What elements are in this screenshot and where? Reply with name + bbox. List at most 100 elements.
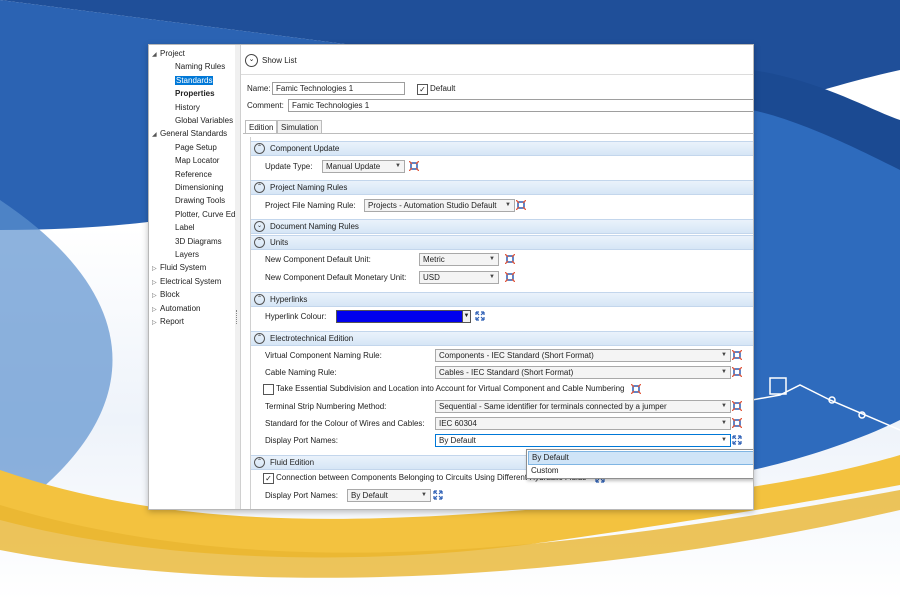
tree-item[interactable]: ◢ General Standards: [152, 128, 227, 140]
reset-icon[interactable]: [409, 161, 419, 171]
reset-icon[interactable]: [631, 384, 641, 394]
reset-icon[interactable]: [505, 272, 515, 282]
comment-field[interactable]: Famic Technologies 1: [288, 99, 753, 112]
tab-simulation[interactable]: Simulation: [277, 120, 323, 134]
tab-divider: [243, 133, 753, 134]
fluid-port-names-combo[interactable]: By Default ▼: [347, 489, 431, 502]
name-label: Name:: [247, 84, 271, 93]
chevron-down-icon: ▼: [395, 163, 401, 169]
default-unit-value: Metric: [423, 255, 445, 264]
reset-icon[interactable]: [732, 367, 742, 377]
section-hyperlinks[interactable]: ⌃ Hyperlinks: [251, 292, 753, 307]
reset-icon[interactable]: [516, 200, 526, 210]
show-list-button[interactable]: ⌄ Show List: [245, 54, 297, 68]
expanded-arrow-icon[interactable]: ◢: [152, 49, 160, 61]
tree-item[interactable]: Page Setup: [175, 142, 217, 154]
tree-item[interactable]: Dimensioning: [175, 182, 223, 194]
chevron-up-icon[interactable]: ⌃: [254, 182, 265, 194]
project-properties-window: ◢ Project Naming Rules Standards Properties H…: [148, 44, 754, 510]
tree-item[interactable]: Plotter, Curve Ed: [175, 209, 235, 221]
tree-item[interactable]: Reference: [175, 169, 212, 181]
section-document-naming-rules[interactable]: ⌄ Document Naming Rules: [251, 219, 753, 234]
tree-item[interactable]: History: [175, 102, 200, 114]
tree-item[interactable]: ▷ Electrical System: [152, 276, 221, 288]
tree-item[interactable]: ▷ Report: [152, 316, 184, 328]
section-units[interactable]: ⌃ Units: [251, 235, 753, 250]
expand-arrows-icon[interactable]: [732, 435, 742, 445]
expand-arrows-icon[interactable]: [475, 311, 485, 321]
reset-icon[interactable]: [505, 254, 515, 264]
chevron-down-icon: ▼: [721, 437, 727, 443]
chevron-down-icon[interactable]: ⌄: [254, 221, 265, 233]
tree-item[interactable]: Label: [175, 222, 195, 234]
file-naming-rule-combo[interactable]: Projects - Automation Studio Default ▼: [364, 199, 515, 212]
tree-item[interactable]: ▷ Block: [152, 289, 180, 301]
section-component-update[interactable]: ⌃ Component Update: [251, 141, 753, 156]
default-unit-combo[interactable]: Metric ▼: [419, 253, 499, 266]
chevron-down-icon: ⌄: [245, 54, 258, 68]
tree-item[interactable]: Drawing Tools: [175, 195, 225, 207]
tree-item[interactable]: Map Locator: [175, 155, 219, 167]
tree-item[interactable]: Global Variables: [175, 115, 233, 127]
expand-arrows-icon[interactable]: [433, 490, 443, 500]
chevron-up-icon[interactable]: ⌃: [254, 237, 265, 249]
chevron-up-icon[interactable]: ⌃: [254, 143, 265, 155]
update-type-combo[interactable]: Manual Update ▼: [322, 160, 405, 173]
fluid-port-names-value: By Default: [351, 491, 388, 500]
name-field[interactable]: Famic Technologies 1: [272, 82, 405, 95]
section-electrotechnical-edition[interactable]: ⌃ Electrotechnical Edition: [251, 331, 753, 346]
cable-naming-rule-combo[interactable]: Cables - IEC Standard (Short Format) ▼: [435, 366, 731, 379]
chevron-up-icon[interactable]: ⌃: [254, 333, 265, 345]
section-project-naming-rules[interactable]: ⌃ Project Naming Rules: [251, 180, 753, 195]
section-title: Hyperlinks: [270, 295, 308, 304]
cable-naming-rule-label: Cable Naming Rule:: [265, 368, 337, 377]
tree-item[interactable]: ◢ Project: [152, 48, 185, 60]
splitter-grip[interactable]: [236, 310, 239, 324]
update-type-label: Update Type:: [265, 162, 313, 171]
chevron-up-icon[interactable]: ⌃: [254, 294, 265, 306]
fluid-port-names-label: Display Port Names:: [265, 491, 338, 500]
tree-item[interactable]: ▷ Automation: [152, 303, 200, 315]
chevron-down-icon: ▼: [462, 311, 470, 322]
tree-item[interactable]: Layers: [175, 249, 199, 261]
reset-icon[interactable]: [732, 401, 742, 411]
dropdown-option-by-default[interactable]: By Default: [528, 451, 753, 465]
tree-item-label: General Standards: [160, 129, 228, 139]
chevron-down-icon: ▼: [721, 352, 727, 358]
wire-colour-standard-combo[interactable]: IEC 60304 ▼: [435, 417, 731, 430]
hyperlink-colour-label: Hyperlink Colour:: [265, 312, 327, 321]
port-names-value: By Default: [439, 436, 476, 445]
expanded-arrow-icon[interactable]: ◢: [152, 129, 160, 141]
default-checkbox[interactable]: ✓: [417, 84, 428, 95]
virtual-naming-rule-combo[interactable]: Components - IEC Standard (Short Format)…: [435, 349, 731, 362]
port-names-combo[interactable]: By Default ▼: [435, 434, 731, 447]
tree-item[interactable]: Properties: [175, 88, 215, 100]
tab-edition[interactable]: Edition: [245, 120, 278, 134]
tree-item-label: Map Locator: [175, 156, 220, 166]
hyperlink-colour-picker[interactable]: ▼: [336, 310, 471, 323]
subdivision-checkbox[interactable]: [263, 384, 274, 395]
tree-item-label: Naming Rules: [175, 62, 226, 72]
tree-item-label: Automation: [160, 303, 201, 313]
dropdown-option-custom[interactable]: Custom: [528, 465, 753, 477]
collapsed-arrow-icon[interactable]: ▷: [152, 277, 160, 289]
collapsed-arrow-icon[interactable]: ▷: [152, 263, 160, 275]
collapsed-arrow-icon[interactable]: ▷: [152, 304, 160, 316]
chevron-up-icon[interactable]: ⌃: [254, 457, 265, 469]
reset-icon[interactable]: [732, 418, 742, 428]
tree-item-label: Plotter, Curve Ed: [175, 209, 236, 219]
section-title: Component Update: [270, 144, 340, 153]
reset-icon[interactable]: [732, 350, 742, 360]
section-title: Units: [270, 238, 289, 247]
terminal-numbering-combo[interactable]: Sequential - Same identifier for termina…: [435, 400, 731, 413]
tree-item[interactable]: 3D Diagrams: [175, 236, 222, 248]
default-label: Default: [430, 84, 456, 93]
connection-checkbox[interactable]: ✓: [263, 473, 274, 484]
monetary-unit-combo[interactable]: USD ▼: [419, 271, 499, 284]
collapsed-arrow-icon[interactable]: ▷: [152, 317, 160, 329]
tree-item[interactable]: Standards: [175, 75, 214, 87]
tree-item[interactable]: ▷ Fluid System: [152, 262, 206, 274]
tree-item[interactable]: Naming Rules: [175, 61, 225, 73]
collapsed-arrow-icon[interactable]: ▷: [152, 290, 160, 302]
monetary-unit-label: New Component Default Monetary Unit:: [265, 273, 407, 282]
